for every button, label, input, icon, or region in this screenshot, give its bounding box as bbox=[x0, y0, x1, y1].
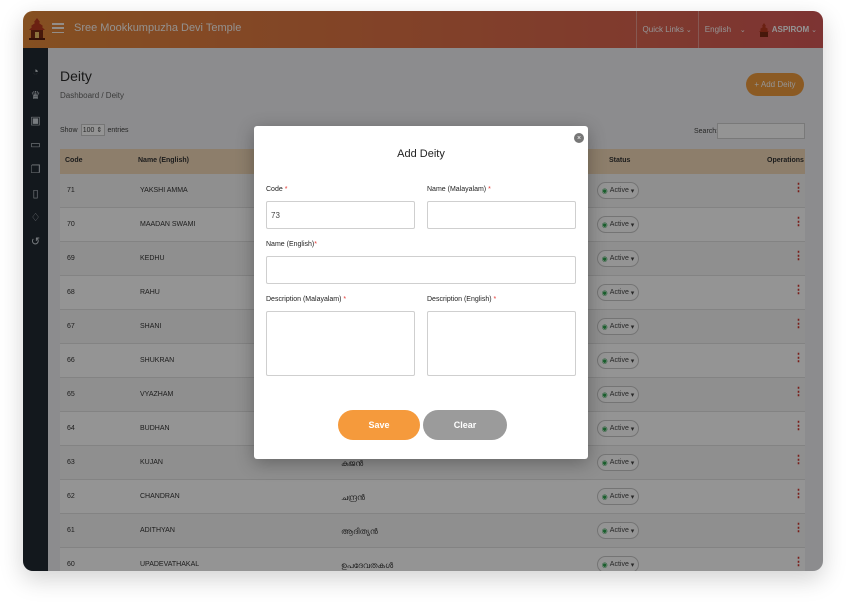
name-malayalam-field[interactable] bbox=[427, 201, 576, 229]
name-english-label-text: Name (English) bbox=[266, 241, 315, 248]
name-malayalam-label: Name (Malayalam) * bbox=[427, 186, 491, 193]
required-mark: * bbox=[488, 186, 491, 193]
required-mark: * bbox=[314, 241, 317, 248]
add-deity-modal: × Add Deity Code * 73 Name (Malayalam) *… bbox=[254, 126, 588, 459]
code-field[interactable]: 73 bbox=[266, 201, 415, 229]
name-english-field[interactable] bbox=[266, 256, 576, 284]
description-english-field[interactable] bbox=[427, 311, 576, 376]
description-malayalam-label: Description (Malayalam) * bbox=[266, 296, 346, 303]
save-button[interactable]: Save bbox=[338, 410, 420, 440]
clear-button[interactable]: Clear bbox=[423, 410, 507, 440]
description-malayalam-label-text: Description (Malayalam) bbox=[266, 296, 342, 303]
app-window: Sree Mookkumpuzha Devi Temple Quick Link… bbox=[23, 11, 823, 571]
close-icon[interactable]: × bbox=[574, 133, 584, 143]
description-malayalam-field[interactable] bbox=[266, 311, 415, 376]
code-label-text: Code bbox=[266, 186, 283, 193]
description-english-label: Description (English) * bbox=[427, 296, 496, 303]
modal-title: Add Deity bbox=[397, 148, 445, 160]
code-value: 73 bbox=[271, 210, 280, 220]
name-malayalam-label-text: Name (Malayalam) bbox=[427, 186, 487, 193]
required-mark: * bbox=[493, 296, 497, 303]
required-mark: * bbox=[284, 186, 288, 193]
required-mark: * bbox=[343, 296, 347, 303]
name-english-label: Name (English)* bbox=[266, 241, 317, 248]
code-label: Code * bbox=[266, 186, 287, 193]
description-english-label-text: Description (English) bbox=[427, 296, 492, 303]
